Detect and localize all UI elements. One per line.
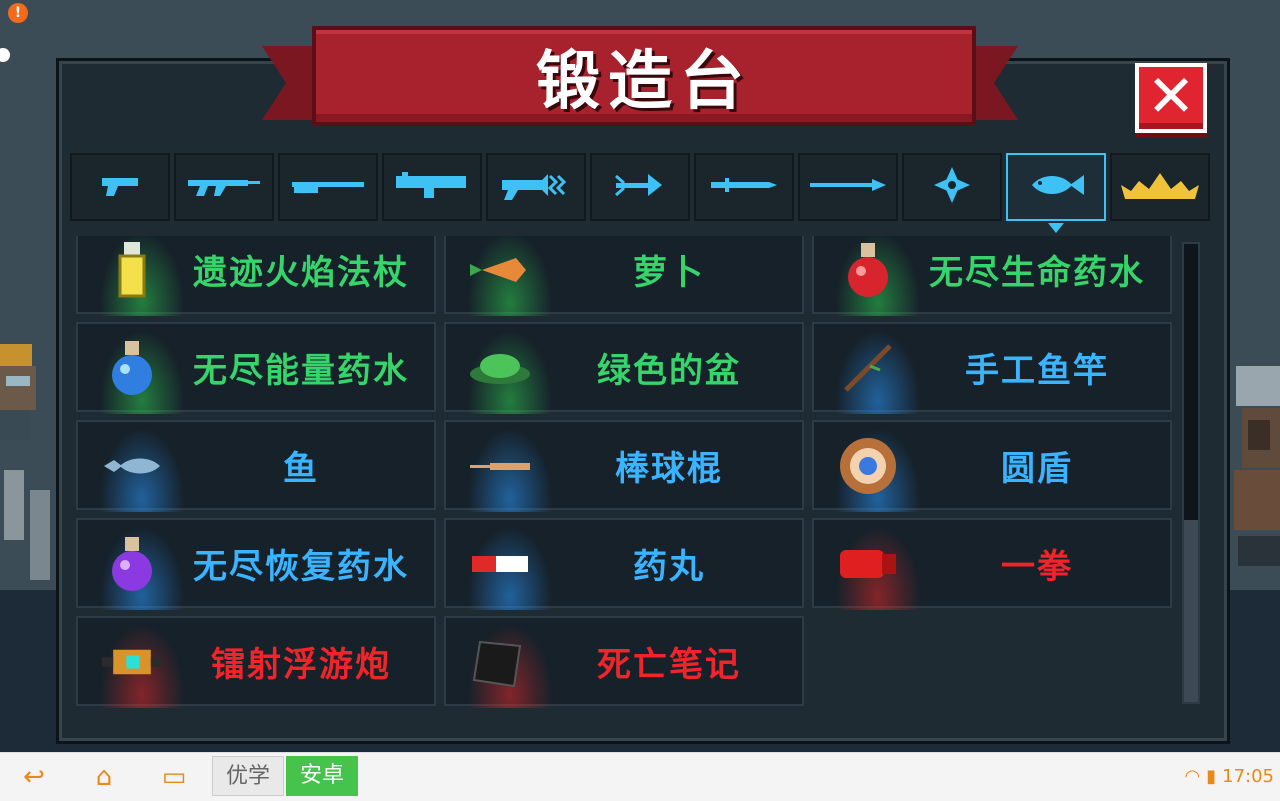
joystick-dot (0, 48, 10, 62)
lighter-staff-icon (100, 240, 164, 300)
tab-spear[interactable] (798, 153, 898, 221)
round-shield-icon (836, 436, 900, 496)
title-banner: 锻造台 (262, 26, 1018, 136)
item-cell[interactable]: 一拳 (812, 518, 1172, 610)
tab-bow[interactable] (590, 153, 690, 221)
app-label-youxue[interactable]: 优学 (212, 756, 284, 796)
item-cell[interactable]: 无尽恢复药水 (76, 518, 436, 610)
home-icon[interactable]: ⌂ (84, 763, 124, 791)
item-name: 药丸 (633, 546, 705, 587)
item-cell[interactable]: 萝卜 (444, 236, 804, 316)
item-name: 无尽能量药水 (193, 350, 409, 391)
green-pot-icon (468, 338, 532, 398)
category-tabs (70, 153, 1210, 233)
item-name: 一拳 (1001, 546, 1073, 587)
back-icon[interactable]: ↩ (14, 763, 54, 791)
baseball-bat-icon (468, 436, 532, 496)
laser-gun-icon (498, 168, 574, 206)
item-name: 圆盾 (1001, 448, 1073, 489)
status-area: ◠ ▮ 17:05 (1185, 762, 1275, 790)
item-cell[interactable]: 无尽能量药水 (76, 322, 436, 414)
sword-icon (709, 172, 779, 202)
tab-launcher[interactable] (382, 153, 482, 221)
item-name: 手工鱼竿 (965, 350, 1109, 391)
item-name: 镭射浮游炮 (211, 644, 391, 685)
fish-icon (100, 436, 164, 496)
item-name: 死亡笔记 (597, 644, 741, 685)
pistol-icon (96, 170, 144, 204)
red-potion-icon (836, 240, 900, 300)
item-name: 遗迹火焰法杖 (193, 252, 409, 293)
recents-icon[interactable]: ▭ (154, 763, 194, 791)
rocket-launcher-icon (394, 168, 470, 206)
shotgun-icon (290, 170, 366, 204)
item-cell[interactable]: 镭射浮游炮 (76, 616, 436, 708)
warning-icon[interactable]: ! (8, 3, 28, 23)
clock: 17:05 (1222, 765, 1274, 787)
item-name: 绿色的盆 (597, 350, 741, 391)
death-note-icon (468, 632, 532, 692)
spear-icon (808, 175, 888, 199)
blue-potion-icon (100, 338, 164, 398)
close-icon: ✕ (1146, 62, 1196, 130)
item-cell[interactable]: 鱼 (76, 420, 436, 512)
item-name: 无尽恢复药水 (193, 546, 409, 587)
tab-sword[interactable] (694, 153, 794, 221)
laser-drone-icon (100, 632, 164, 692)
tab-shotgun[interactable] (278, 153, 378, 221)
fish-icon (1026, 170, 1086, 204)
wifi-icon: ◠ (1184, 765, 1201, 787)
purple-potion-icon (100, 534, 164, 594)
item-cell[interactable]: 死亡笔记 (444, 616, 804, 708)
tab-laser[interactable] (486, 153, 586, 221)
scrollbar-thumb[interactable] (1184, 520, 1198, 702)
npc-engineer (0, 344, 50, 580)
item-cell[interactable]: 棒球棍 (444, 420, 804, 512)
crown-icon (1117, 167, 1203, 207)
pill-icon (468, 534, 532, 594)
fishing-rod-icon (836, 338, 900, 398)
banner-plate: 锻造台 (312, 26, 976, 126)
tab-pistol[interactable] (70, 153, 170, 221)
close-button[interactable]: ✕ (1135, 63, 1207, 133)
item-name: 无尽生命药水 (929, 252, 1145, 293)
app-label-anzhuo[interactable]: 安卓 (286, 756, 358, 796)
red-glove-icon (836, 534, 900, 594)
item-name: 萝卜 (633, 252, 705, 293)
carrot-icon (468, 240, 532, 300)
assault-rifle-icon (186, 170, 262, 204)
tab-rifle[interactable] (174, 153, 274, 221)
item-name: 鱼 (283, 448, 319, 489)
item-name: 棒球棍 (615, 448, 723, 489)
item-cell[interactable]: 无尽生命药水 (812, 236, 1172, 316)
bow-icon (612, 168, 668, 206)
tab-misc[interactable] (1006, 153, 1106, 233)
item-cell[interactable]: 手工鱼竿 (812, 322, 1172, 414)
item-cell[interactable]: 药丸 (444, 518, 804, 610)
item-cell[interactable]: 绿色的盆 (444, 322, 804, 414)
shuriken-icon (932, 165, 972, 209)
android-navbar: ↩ ⌂ ▭ (0, 752, 1280, 801)
battery-icon: ▮ (1206, 765, 1217, 787)
item-cell[interactable]: 遗迹火焰法杖 (76, 236, 436, 316)
item-cell[interactable]: 圆盾 (812, 420, 1172, 512)
tab-special[interactable] (1110, 153, 1210, 221)
item-list: 遗迹火焰法杖 萝卜 无尽生命药水无尽能量药水 绿色的盆 手工鱼竿鱼 棒球棍 圆盾无尽恢复药水… (72, 236, 1178, 712)
tab-throwing[interactable] (902, 153, 1002, 221)
npc-robot (1234, 366, 1280, 566)
page-title: 锻造台 (536, 45, 752, 119)
